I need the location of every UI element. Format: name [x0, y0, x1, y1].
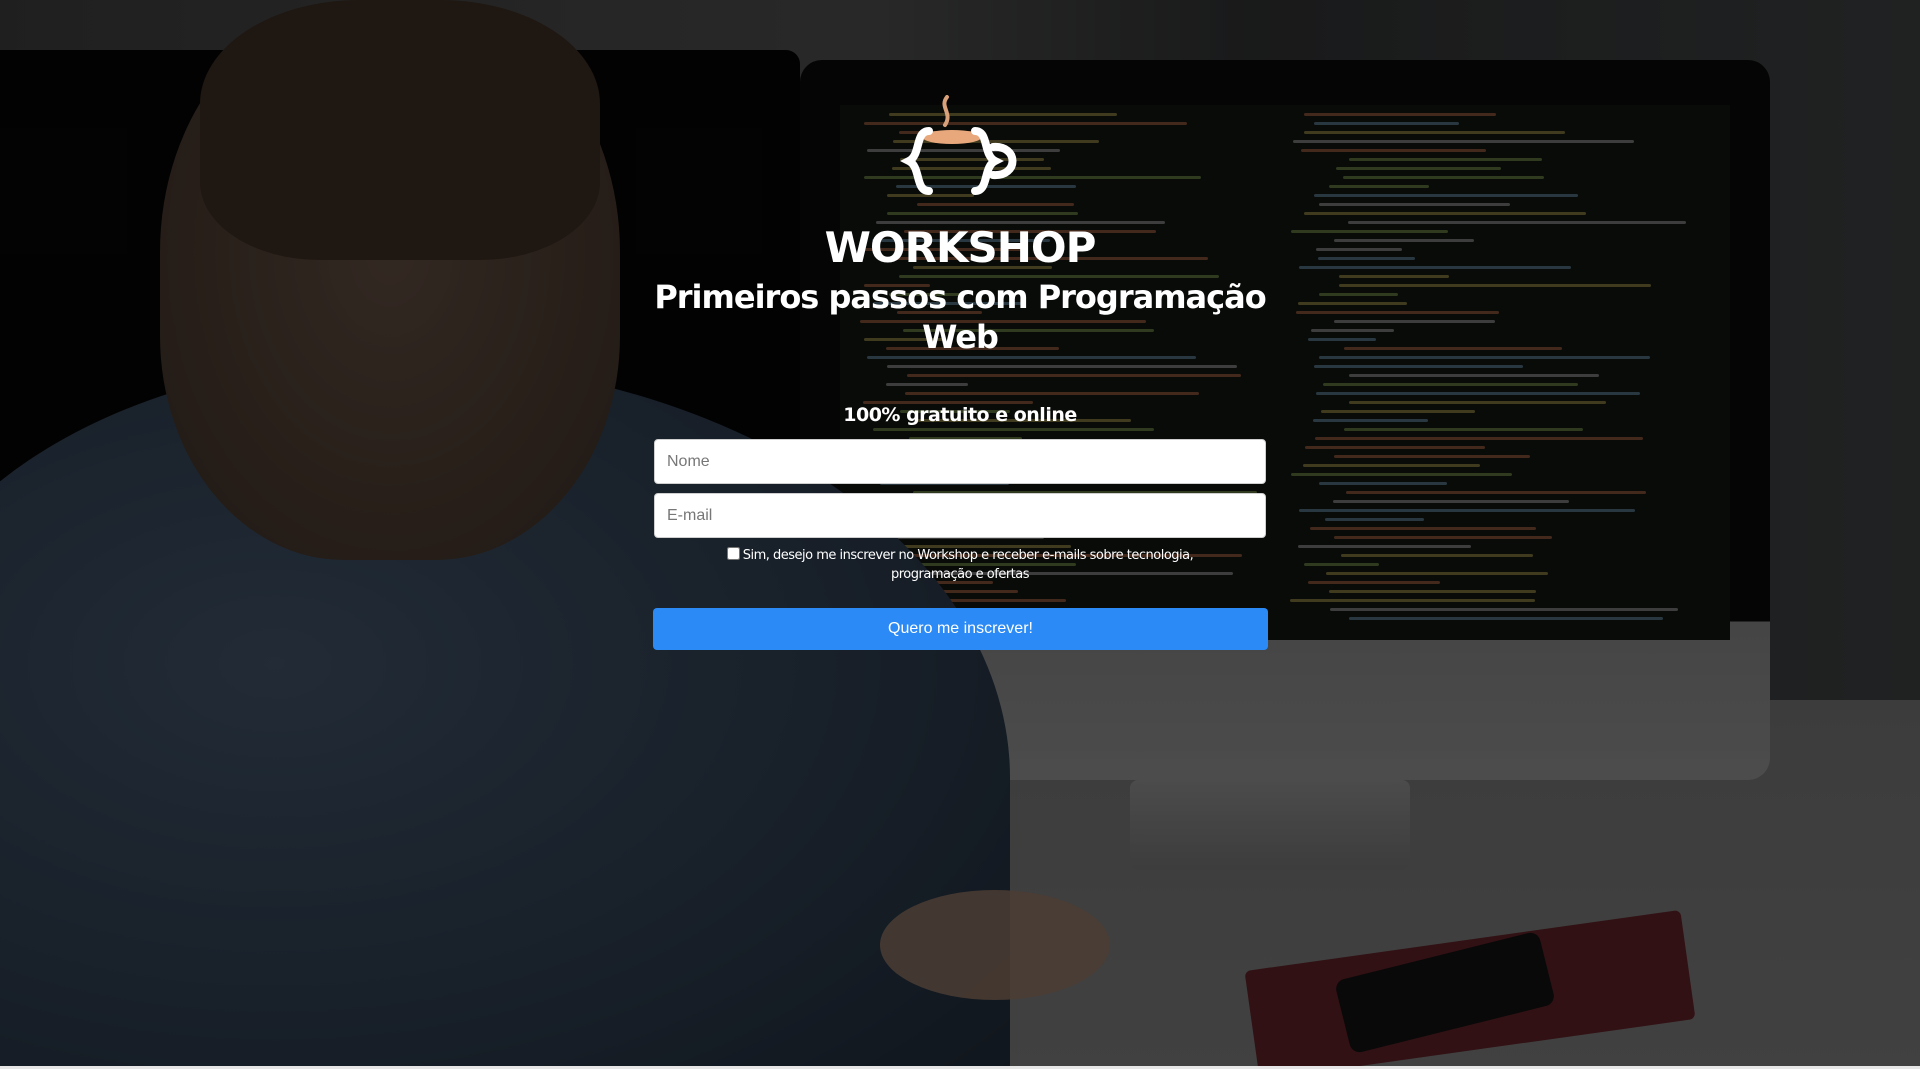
signup-panel: WORKSHOP Primeiros passos com Programaçã…	[653, 95, 1268, 650]
name-field[interactable]	[654, 439, 1266, 484]
tagline: 100% gratuito e online	[843, 404, 1077, 426]
subscribe-button[interactable]: Quero me inscrever!	[653, 608, 1268, 650]
coffee-mug-braces-icon	[900, 95, 1017, 195]
consent-checkbox[interactable]	[726, 547, 740, 560]
consent-text-line1: Sim, desejo me inscrever no Workshop e r…	[742, 548, 1194, 563]
page-subtitle: Primeiros passos com Programação Web	[654, 278, 1266, 356]
page-title: WORKSHOP	[824, 223, 1097, 272]
email-field[interactable]	[654, 493, 1266, 538]
consent-text-line2: programação e ofertas	[891, 567, 1030, 582]
consent-row: Sim, desejo me inscrever no Workshop e r…	[653, 546, 1267, 584]
